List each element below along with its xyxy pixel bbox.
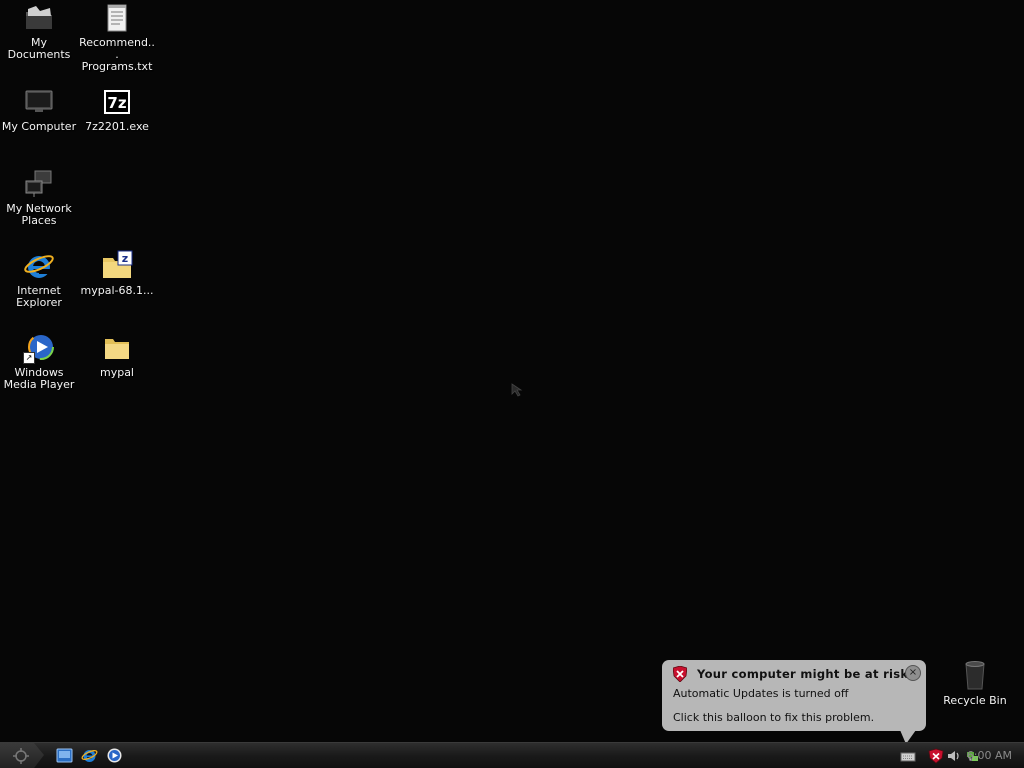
icon-label: My Documents [7, 36, 71, 61]
security-alert-balloon[interactable]: Your computer might be at risk × Automat… [662, 660, 926, 731]
balloon-close-button[interactable]: × [905, 665, 921, 681]
balloon-message: Automatic Updates is turned off [673, 687, 849, 700]
mouse-cursor-icon [511, 383, 523, 397]
start-orb-icon [13, 748, 29, 764]
icon-label: My Computer [1, 120, 77, 133]
desktop: My Documents Recommend... Programs.txt M… [0, 0, 1024, 742]
shortcut-arrow-icon: ↗ [23, 352, 35, 364]
internet-explorer-quicklaunch-icon[interactable] [81, 747, 98, 764]
desktop-icon-internet-explorer[interactable]: Internet Explorer [0, 250, 78, 309]
recycle-bin-icon [959, 660, 991, 692]
7zip-icon: 7z [101, 86, 133, 118]
icon-label: mypal-68.1... [80, 284, 154, 297]
svg-text:z: z [122, 252, 128, 265]
my-documents-icon [23, 2, 55, 34]
icon-label: 7z2201.exe [85, 120, 149, 133]
desktop-icon-my-computer[interactable]: My Computer [0, 86, 78, 133]
desktop-icon-my-documents[interactable]: My Documents [0, 2, 78, 61]
network-places-icon [23, 168, 55, 200]
taskbar: 6:00 AM [0, 742, 1024, 768]
security-shield-icon [673, 666, 687, 682]
volume-icon[interactable] [946, 748, 962, 764]
my-computer-icon [23, 86, 55, 118]
system-tray: 6:00 AM [874, 743, 1024, 768]
desktop-icon-my-network-places[interactable]: My Network Places [0, 168, 78, 227]
balloon-title: Your computer might be at risk [697, 667, 909, 681]
desktop-icon-recycle-bin[interactable]: Recycle Bin [936, 660, 1014, 707]
desktop-icon-windows-media-player[interactable]: ↗ Windows Media Player [0, 332, 78, 391]
system-clock[interactable]: 6:00 AM [967, 749, 1012, 762]
zip-folder-icon: z [101, 250, 133, 282]
balloon-action-text[interactable]: Click this balloon to fix this problem. [673, 711, 874, 724]
desktop-icon-mypal-folder[interactable]: mypal [78, 332, 156, 379]
security-shield-icon[interactable] [928, 748, 944, 764]
icon-label: Internet Explorer [16, 284, 62, 309]
icon-label: mypal [99, 366, 134, 379]
internet-explorer-icon [23, 250, 55, 282]
desktop-icon-recommended-programs[interactable]: Recommend... Programs.txt [78, 2, 156, 73]
text-file-icon [101, 2, 133, 34]
svg-text:7z: 7z [107, 94, 126, 112]
quick-launch-bar [56, 747, 123, 764]
show-desktop-icon[interactable] [56, 747, 73, 764]
desktop-icon-mypal-zip[interactable]: z mypal-68.1... [78, 250, 156, 297]
windows-media-player-quicklaunch-icon[interactable] [106, 747, 123, 764]
icon-label: Recommend... Programs.txt [79, 36, 155, 73]
folder-icon [101, 332, 133, 364]
windows-media-player-icon: ↗ [23, 332, 55, 364]
icon-label: Recycle Bin [943, 694, 1007, 707]
keyboard-icon[interactable] [900, 748, 916, 764]
start-button[interactable] [0, 743, 44, 768]
desktop-icon-7z2201[interactable]: 7z 7z2201.exe [78, 86, 156, 133]
icon-label: My Network Places [6, 202, 72, 227]
icon-label: Windows Media Player [3, 366, 75, 391]
